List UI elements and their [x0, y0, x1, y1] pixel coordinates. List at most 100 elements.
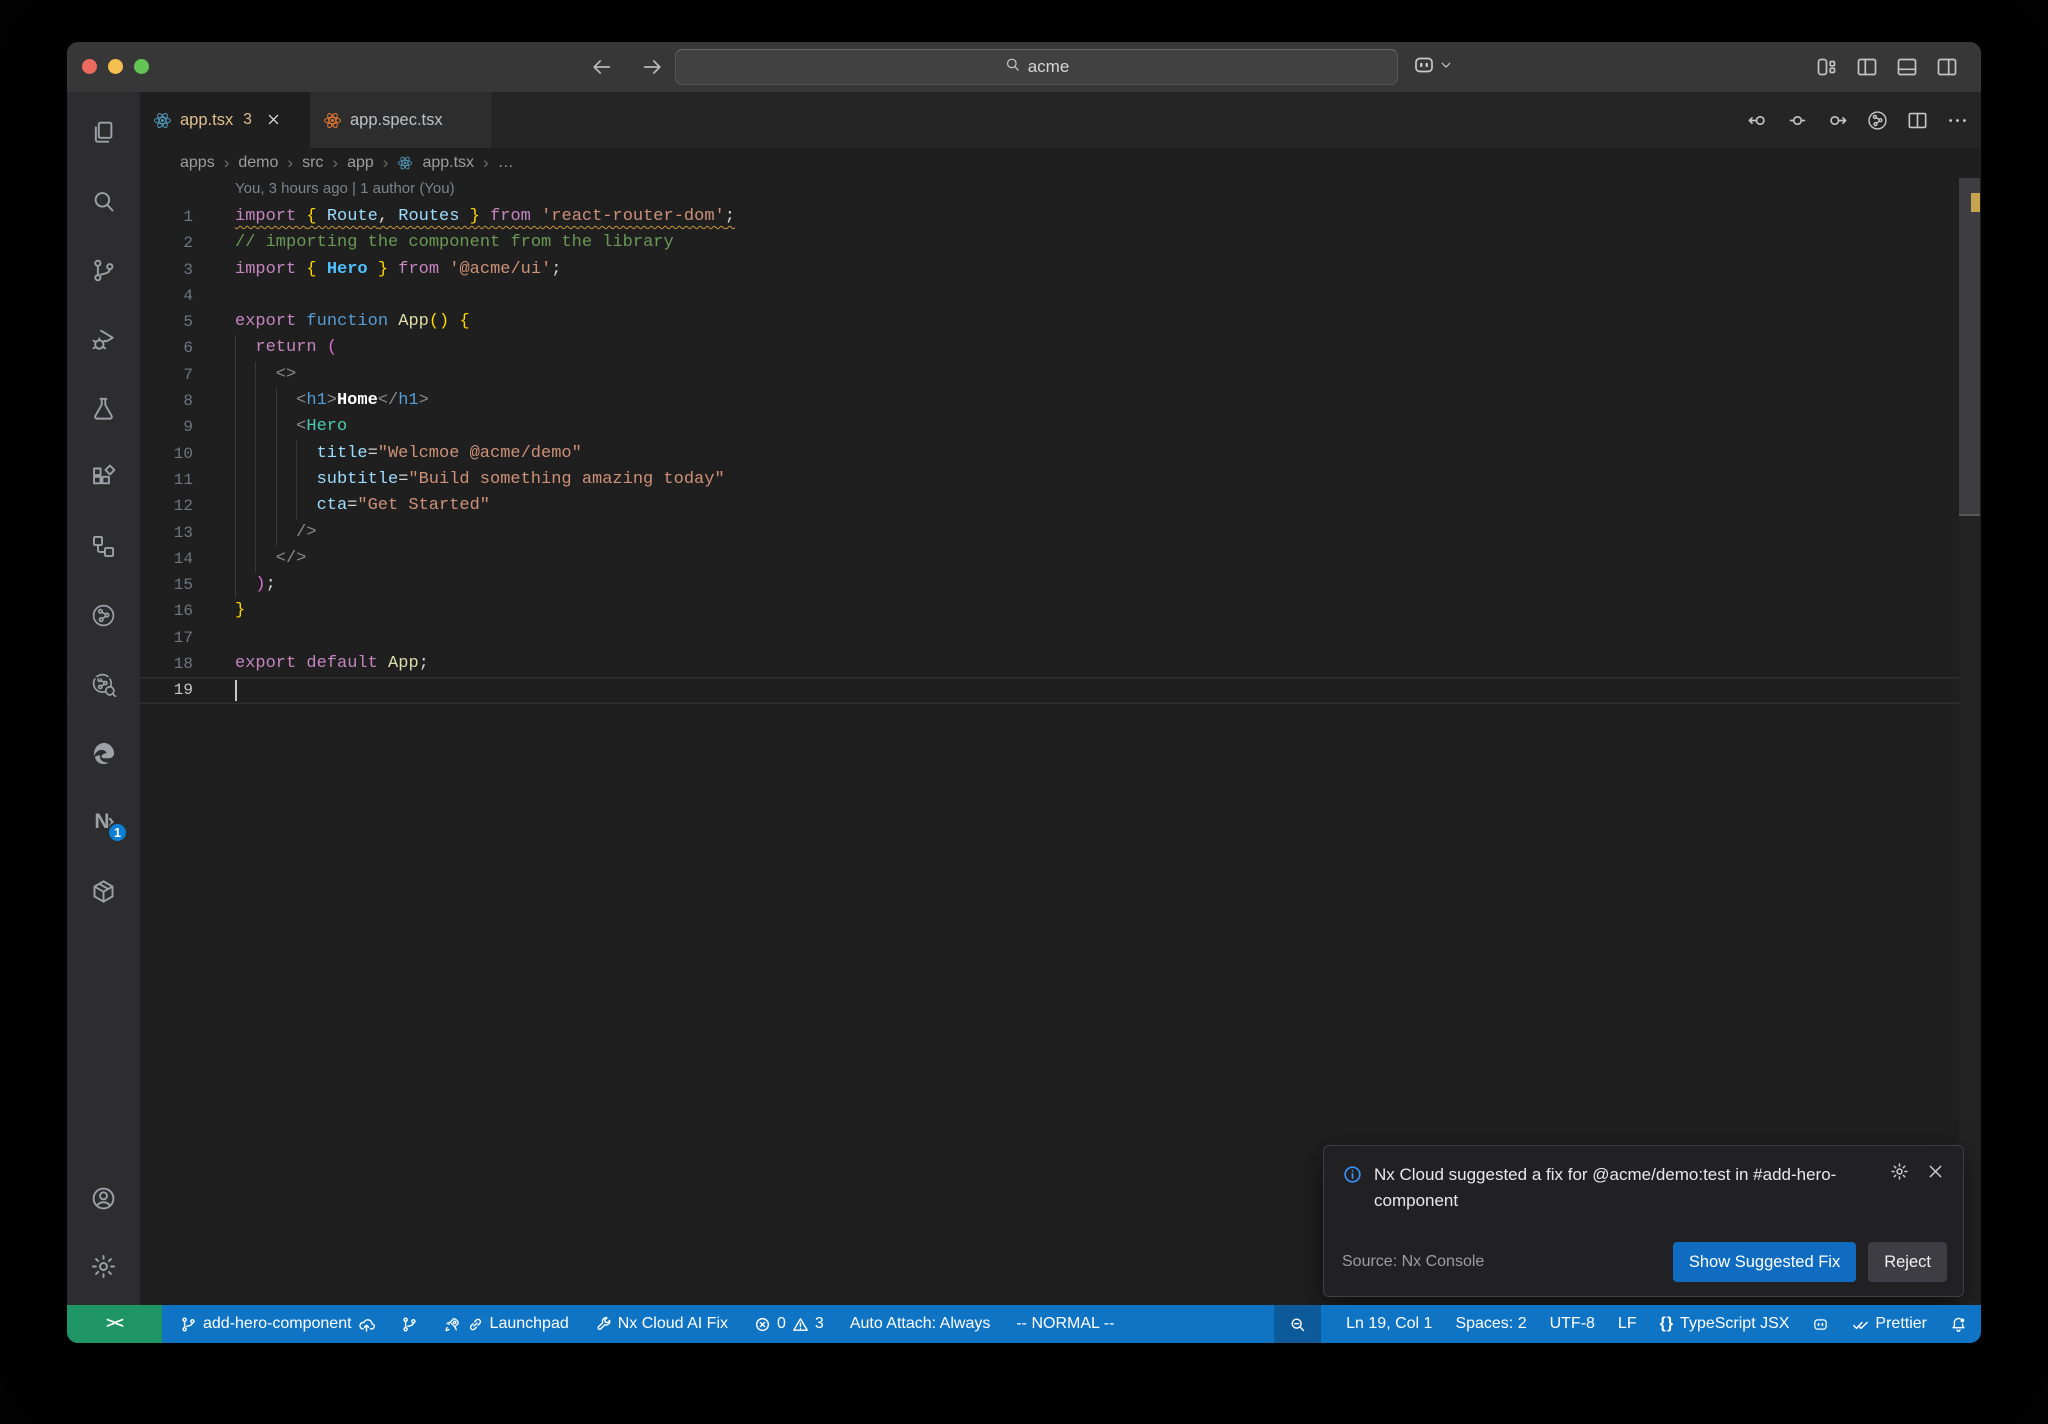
minimize-window-button[interactable]: [108, 59, 123, 74]
more-actions-icon[interactable]: [1946, 109, 1969, 132]
code-line-16[interactable]: 16}: [67, 598, 1959, 624]
code-line-14[interactable]: 14 </>: [67, 546, 1959, 572]
breadcrumb-more[interactable]: …: [498, 154, 514, 172]
scrollbar-slider[interactable]: [1959, 178, 1980, 516]
status-problems[interactable]: 03: [754, 1315, 824, 1333]
tab-bar: app.tsx 3 app.spec.tsx: [140, 92, 1981, 148]
line-number: 5: [183, 313, 193, 332]
breadcrumb-separator: ›: [223, 153, 230, 172]
status-label: Nx Cloud AI Fix: [617, 1315, 728, 1332]
code-editor[interactable]: 1 import { Route, Routes } from 'react-ro…: [67, 204, 1959, 704]
status-launchpad[interactable]: Launchpad: [444, 1315, 569, 1333]
settings-icon[interactable]: [67, 1249, 140, 1283]
circle-line-icon[interactable]: [1786, 109, 1809, 132]
breadcrumb-item[interactable]: app: [347, 154, 374, 172]
chevron-down-icon: [1439, 58, 1453, 72]
code-line-4[interactable]: 4: [67, 283, 1959, 309]
notification-close-icon[interactable]: [1926, 1162, 1945, 1181]
status-copilot-status[interactable]: [1812, 1316, 1829, 1333]
status-vim-mode[interactable]: -- NORMAL --: [1016, 1315, 1114, 1333]
layout-sidebar-right-icon[interactable]: [1935, 55, 1959, 79]
customize-layout-icon[interactable]: [1815, 55, 1839, 79]
status-encoding[interactable]: UTF-8: [1550, 1315, 1595, 1333]
breadcrumb-item[interactable]: apps: [180, 154, 215, 172]
zoom-window-button[interactable]: [134, 59, 149, 74]
line-number: 19: [173, 681, 193, 700]
text-cursor: [235, 679, 237, 701]
code-line-2[interactable]: 2 // importing the component from the lib…: [67, 230, 1959, 256]
nx-badge: 1: [107, 822, 128, 843]
code-line-6[interactable]: 6 return (: [67, 335, 1959, 361]
package-explorer-icon[interactable]: [67, 874, 140, 908]
show-suggested-fix-button[interactable]: Show Suggested Fix: [1672, 1242, 1857, 1282]
command-center-search[interactable]: acme: [675, 49, 1398, 85]
line-number: 17: [173, 628, 193, 647]
remote-indicator[interactable]: ><: [67, 1305, 162, 1343]
status-nx-cloud-ai-fix[interactable]: Nx Cloud AI Fix: [595, 1315, 728, 1333]
history-forward-icon[interactable]: [637, 52, 667, 82]
breadcrumb-item[interactable]: demo: [238, 154, 278, 172]
nav-back-circle-icon[interactable]: [1746, 109, 1769, 132]
reject-button[interactable]: Reject: [1868, 1242, 1947, 1282]
code-line-18[interactable]: 18 export default App;: [67, 651, 1959, 677]
breadcrumb-item[interactable]: src: [302, 154, 323, 172]
code-line-15[interactable]: 15);: [67, 572, 1959, 598]
code-text: // importing the component from the libr…: [235, 233, 674, 253]
status-eol[interactable]: LF: [1618, 1315, 1637, 1333]
code-text: export default App;: [235, 654, 429, 674]
code-line-12[interactable]: 12 cta="Get Started": [67, 493, 1959, 519]
editor-actions: [1746, 92, 1969, 148]
status-notifications[interactable]: [1950, 1316, 1967, 1333]
code-line-9[interactable]: 9 <Hero: [67, 414, 1959, 440]
breadcrumb-file[interactable]: app.tsx: [422, 154, 474, 172]
layout-sidebar-left-icon[interactable]: [1855, 55, 1879, 79]
close-window-button[interactable]: [82, 59, 97, 74]
accounts-icon[interactable]: [67, 1181, 140, 1215]
code-line-7[interactable]: 7 <>: [67, 362, 1959, 388]
status-cursor-position[interactable]: Ln 19, Col 1: [1346, 1315, 1432, 1333]
split-editor-icon[interactable]: [1906, 109, 1929, 132]
react-file-icon: [153, 111, 172, 130]
git-blame-annotation[interactable]: You, 3 hours ago | 1 author (You): [235, 176, 455, 202]
status-prettier[interactable]: Prettier: [1852, 1315, 1927, 1333]
status-indentation[interactable]: Spaces: 2: [1455, 1315, 1526, 1333]
tab-app-tsx[interactable]: app.tsx 3: [140, 92, 310, 148]
line-number: 7: [183, 365, 193, 384]
notification-toast: Nx Cloud suggested a fix for @acme/demo:…: [1323, 1145, 1964, 1297]
status-label: Launchpad: [489, 1315, 569, 1332]
line-number: 6: [183, 339, 193, 358]
code-line-11[interactable]: 11 subtitle="Build something amazing toda…: [67, 467, 1959, 493]
edge-tools-icon[interactable]: [67, 736, 140, 770]
close-tab-icon[interactable]: [266, 112, 283, 129]
status-git-branch-status[interactable]: add-hero-component: [180, 1315, 375, 1333]
warning-icon: [792, 1316, 809, 1333]
status-language-mode[interactable]: {} TypeScript JSX: [1660, 1315, 1790, 1333]
explorer-icon[interactable]: [67, 115, 140, 149]
tab-app-spec-tsx[interactable]: app.spec.tsx: [310, 92, 493, 148]
status-label: Auto Attach: Always: [849, 1315, 991, 1332]
run-graph-icon[interactable]: [1866, 109, 1889, 132]
line-number: 8: [183, 392, 193, 411]
history-back-icon[interactable]: [587, 52, 617, 82]
status-auto-attach[interactable]: Auto Attach: Always: [850, 1315, 991, 1333]
copilot-menu[interactable]: [1412, 53, 1453, 77]
breadcrumb-separator: ›: [382, 153, 389, 172]
status-label: 3: [814, 1315, 824, 1332]
status-label: TypeScript JSX: [1680, 1315, 1790, 1332]
nav-forward-circle-icon[interactable]: [1826, 109, 1849, 132]
code-line-17[interactable]: 17: [67, 625, 1959, 651]
code-line-5[interactable]: 5 export function App() {: [67, 309, 1959, 335]
status-zoom-indicator[interactable]: [1274, 1305, 1322, 1343]
code-line-13[interactable]: 13 />: [67, 520, 1959, 546]
code-line-3[interactable]: 3 import { Hero } from '@acme/ui';: [67, 257, 1959, 283]
code-line-1[interactable]: 1 import { Route, Routes } from 'react-ro…: [67, 204, 1959, 230]
notification-settings-gear-icon[interactable]: [1890, 1162, 1909, 1181]
code-line-19[interactable]: 19: [67, 677, 1959, 703]
nx-console-icon[interactable]: N› 1: [67, 805, 140, 843]
tab-label: app.tsx: [180, 110, 234, 129]
copilot-icon: [1412, 53, 1436, 77]
code-line-10[interactable]: 10 title="Welcmoe @acme/demo": [67, 441, 1959, 467]
code-line-8[interactable]: 8 <h1>Home</h1>: [67, 388, 1959, 414]
status-source-control-status[interactable]: [401, 1316, 418, 1333]
layout-panel-icon[interactable]: [1895, 55, 1919, 79]
